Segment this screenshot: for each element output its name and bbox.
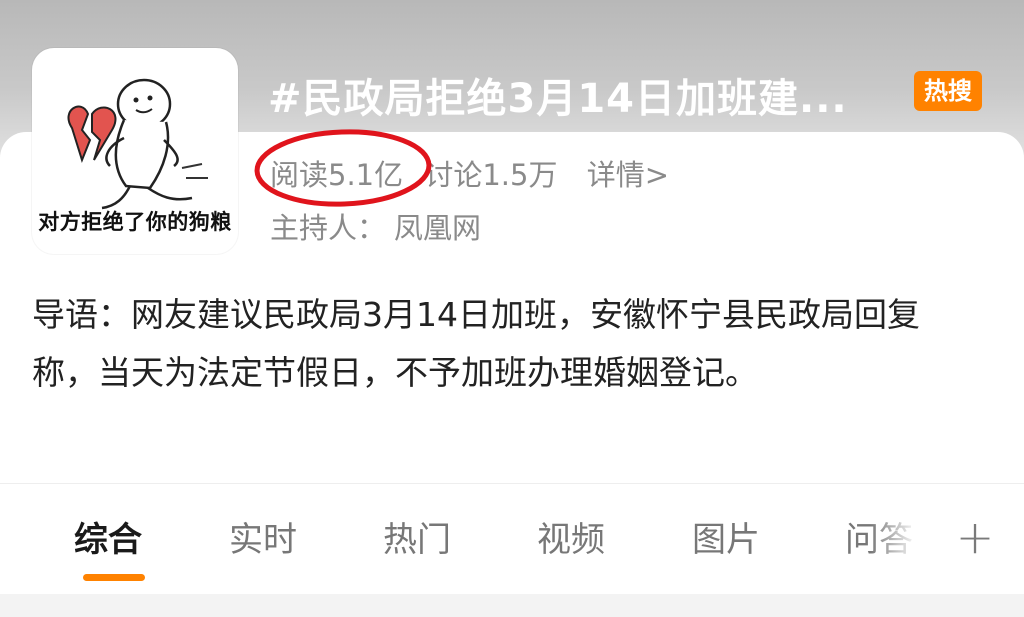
topic-intro: 导语：网友建议民政局3月14日加班，安徽怀宁县民政局回复称，当天为法定节假日，不…	[32, 295, 920, 392]
avatar-caption: 对方拒绝了你的狗粮	[38, 210, 232, 234]
topic-title: #民政局拒绝3月14日加班建...	[268, 76, 848, 122]
bottom-strip	[0, 594, 1024, 617]
detail-link[interactable]: 详情>	[587, 152, 669, 194]
hot-search-badge: 热搜	[914, 71, 982, 111]
discuss-count: 讨论1.5万	[424, 158, 558, 192]
plus-icon[interactable]: +	[952, 512, 998, 562]
tab-comprehensive[interactable]: 综合	[74, 512, 142, 561]
tab-fade-overlay	[870, 510, 930, 570]
host-name[interactable]: 凤凰网	[394, 211, 481, 245]
host-label: 主持人：	[270, 211, 387, 245]
active-tab-indicator	[83, 574, 145, 581]
tab-realtime[interactable]: 实时	[229, 512, 297, 561]
tab-video[interactable]: 视频	[537, 512, 605, 561]
divider	[0, 483, 1024, 484]
topic-avatar[interactable]: 对方拒绝了你的狗粮	[32, 48, 238, 254]
tab-images[interactable]: 图片	[692, 512, 760, 561]
host-line: 主持人： 凤凰网	[270, 205, 481, 247]
red-circle-annotation	[254, 129, 432, 207]
tab-hot[interactable]: 热门	[383, 512, 451, 561]
